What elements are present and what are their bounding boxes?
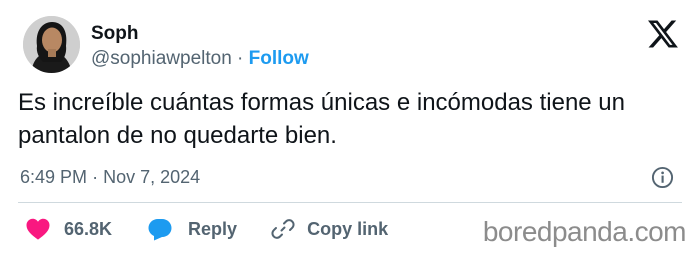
author-handle[interactable]: @sophiawpelton	[91, 48, 232, 69]
info-icon[interactable]	[651, 166, 674, 189]
tweet-actions: 66.8K Reply Copy link	[26, 214, 388, 244]
tweet-date: Nov 7, 2024	[103, 167, 201, 187]
x-logo-icon[interactable]	[648, 20, 678, 48]
tweet-time: 6:49 PM	[20, 167, 88, 187]
link-icon	[271, 219, 295, 239]
tweet-text: Es increíble cuántas formas únicas e inc…	[18, 89, 625, 149]
copy-link-label: Copy link	[307, 218, 389, 239]
copy-link-button[interactable]: Copy link	[271, 217, 388, 241]
follow-button[interactable]: Follow	[249, 48, 309, 69]
author-handle-row: @sophiawpelton · Follow	[91, 47, 309, 71]
author-name[interactable]: Soph	[91, 22, 139, 46]
watermark: boredpanda.com	[482, 216, 687, 247]
heart-icon	[26, 218, 50, 240]
reply-bubble-icon	[148, 218, 172, 240]
avatar[interactable]	[23, 16, 80, 73]
reply-label: Reply	[188, 218, 238, 239]
like-count: 66.8K	[64, 218, 113, 239]
divider	[18, 202, 682, 203]
reply-button[interactable]: Reply	[148, 218, 237, 241]
tweet-timestamp[interactable]: 6:49 PM · Nov 7, 2024	[20, 165, 200, 189]
timestamp-separator: ·	[92, 167, 99, 187]
like-button[interactable]: 66.8K	[26, 218, 112, 240]
avatar-image	[23, 16, 80, 73]
separator: ·	[237, 48, 244, 69]
